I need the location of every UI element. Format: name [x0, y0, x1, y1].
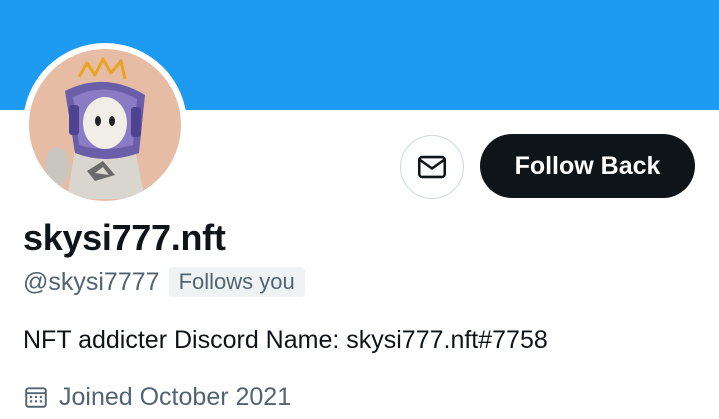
profile-bio: NFT addicter Discord Name: skysi777.nft#… — [23, 326, 548, 354]
follows-you-badge: Follows you — [168, 267, 305, 297]
user-handle: @skysi7777 — [23, 268, 160, 296]
joined-date: Joined October 2021 — [59, 383, 292, 411]
display-name: skysi777.nft — [23, 217, 226, 258]
avatar[interactable] — [23, 43, 187, 207]
avatar-image — [29, 49, 181, 201]
envelope-icon — [417, 155, 447, 179]
avatar-robot-illustration — [45, 57, 145, 199]
follow-back-button[interactable]: Follow Back — [480, 134, 695, 198]
joined-date-row: Joined October 2021 — [23, 380, 291, 414]
calendar-icon — [25, 387, 47, 408]
message-button[interactable] — [400, 135, 464, 199]
handle-row: @skysi7777 Follows you — [23, 266, 305, 298]
